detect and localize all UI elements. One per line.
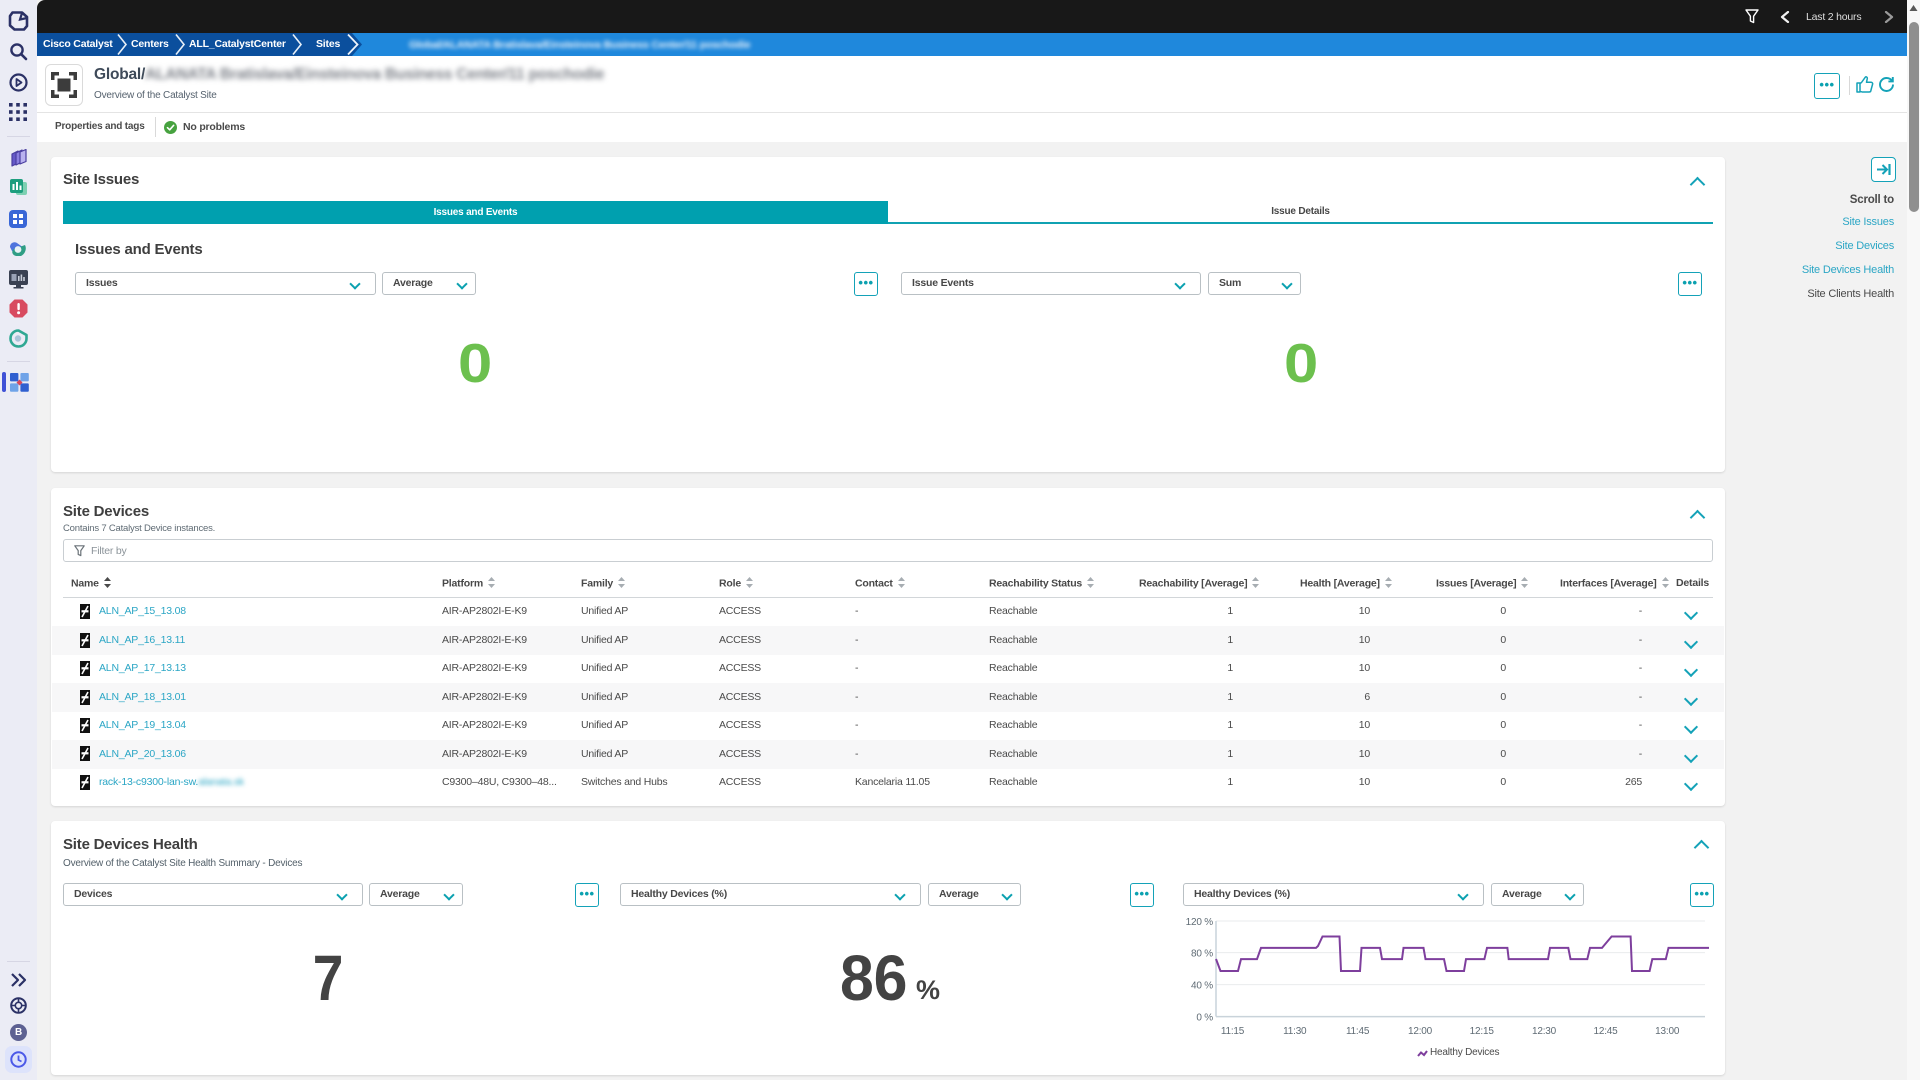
svg-text:11:30: 11:30	[1283, 1026, 1307, 1037]
svg-text:11:45: 11:45	[1346, 1026, 1370, 1037]
svg-text:11:15: 11:15	[1221, 1026, 1245, 1037]
svg-text:Healthy Devices: Healthy Devices	[1430, 1047, 1499, 1058]
svg-text:80 %: 80 %	[1191, 949, 1213, 960]
svg-text:40 %: 40 %	[1191, 981, 1213, 992]
svg-text:120 %: 120 %	[1186, 917, 1214, 928]
svg-text:0 %: 0 %	[1196, 1013, 1213, 1024]
svg-text:12:30: 12:30	[1532, 1026, 1557, 1037]
svg-text:12:45: 12:45	[1593, 1026, 1618, 1037]
svg-text:13:00: 13:00	[1655, 1026, 1680, 1037]
svg-text:12:15: 12:15	[1470, 1026, 1495, 1037]
svg-text:12:00: 12:00	[1408, 1026, 1433, 1037]
